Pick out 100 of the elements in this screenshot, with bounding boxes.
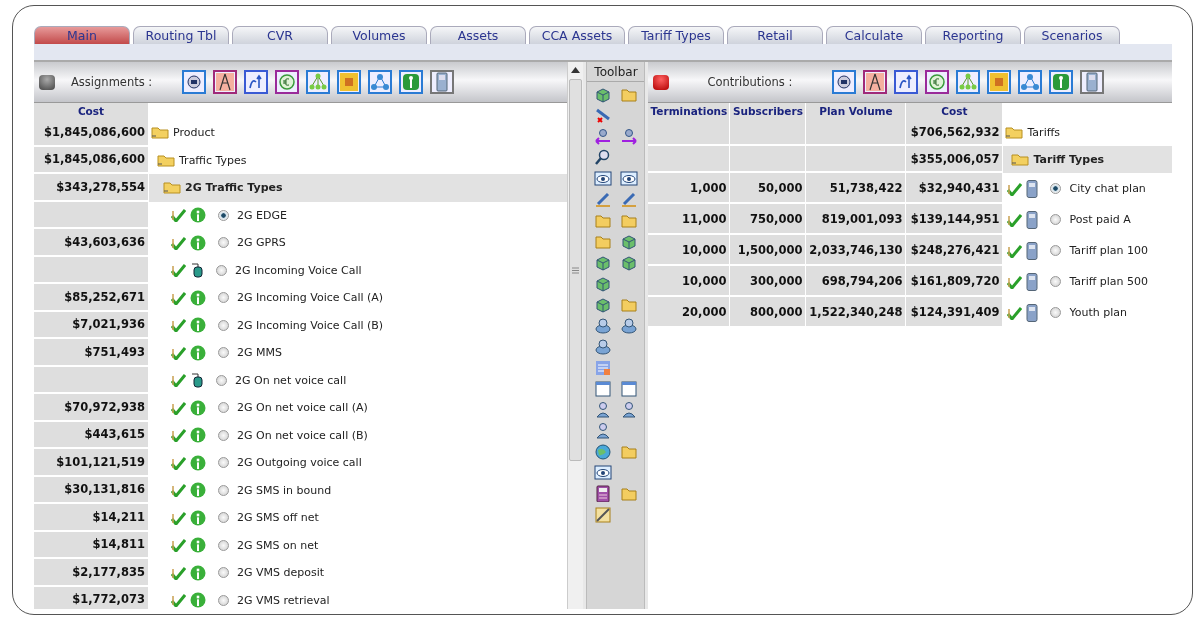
tree-row[interactable]: 2G VMS deposit: [149, 559, 568, 587]
phone-icon[interactable]: [1026, 272, 1039, 291]
tab[interactable]: CVR: [232, 26, 328, 44]
checkmark-icon[interactable]: [171, 263, 186, 278]
antenna-icon[interactable]: [190, 537, 206, 554]
antenna-icon[interactable]: [190, 234, 206, 251]
tree-row[interactable]: 2G EDGE: [149, 201, 568, 229]
status-lamp[interactable]: [39, 74, 55, 90]
handset-icon[interactable]: [190, 372, 204, 389]
hierarchy-icon[interactable]: [956, 70, 981, 94]
magnifier-icon[interactable]: [593, 149, 612, 166]
eye-icon[interactable]: [593, 464, 612, 481]
tab[interactable]: Tariff Types: [628, 26, 724, 44]
tree-row[interactable]: 2G On net voice call (A): [149, 394, 568, 422]
handset-icon[interactable]: [190, 262, 204, 279]
scrollbar[interactable]: [567, 62, 584, 609]
tree-row[interactable]: 2G Incoming Voice Call (A): [149, 284, 568, 312]
tree-row[interactable]: Youth plan: [1003, 297, 1172, 328]
window-icon[interactable]: [619, 380, 638, 397]
tree-row[interactable]: 2G Incoming Voice Call: [149, 256, 568, 284]
eye-icon[interactable]: [619, 170, 638, 187]
tab[interactable]: Retail: [727, 26, 823, 44]
radio-button[interactable]: [216, 264, 227, 276]
cube-icon[interactable]: [619, 233, 638, 250]
phone-icon[interactable]: [430, 70, 455, 94]
radio-button[interactable]: [218, 209, 229, 221]
checkmark-icon[interactable]: [171, 373, 186, 388]
folder-icon[interactable]: [163, 181, 181, 195]
radio-button[interactable]: [218, 402, 229, 414]
pencil-icon[interactable]: [593, 506, 612, 523]
tree-row[interactable]: Product: [149, 119, 568, 147]
antenna-icon[interactable]: [190, 207, 206, 224]
checkmark-icon[interactable]: [1007, 305, 1023, 320]
phone-icon[interactable]: [1026, 303, 1039, 322]
radio-button[interactable]: [218, 539, 229, 551]
antenna-icon[interactable]: [190, 289, 206, 306]
radio-button[interactable]: [218, 347, 229, 359]
radio-button[interactable]: [1050, 214, 1062, 225]
eye-icon[interactable]: [593, 170, 612, 187]
phone-icon[interactable]: [1026, 179, 1039, 198]
radio-button[interactable]: [1050, 307, 1062, 318]
user-left-icon[interactable]: [593, 128, 612, 145]
tree-row[interactable]: 2G Outgoing voice call: [149, 449, 568, 477]
folder-icon[interactable]: [157, 153, 175, 167]
tab[interactable]: Reporting: [925, 26, 1021, 44]
checkmark-icon[interactable]: [171, 318, 186, 333]
radio-button[interactable]: [218, 594, 229, 606]
radio-button[interactable]: [218, 512, 229, 524]
tab[interactable]: Volumes: [331, 26, 427, 44]
checkmark-icon[interactable]: [171, 428, 186, 443]
radio-button[interactable]: [1050, 276, 1062, 287]
antenna-icon[interactable]: [190, 592, 206, 609]
folder-icon[interactable]: [151, 126, 169, 140]
nodes-icon[interactable]: [1018, 70, 1043, 94]
checkmark-icon[interactable]: [171, 455, 186, 470]
user-right-icon[interactable]: [619, 128, 638, 145]
tree-row[interactable]: 2G On net voice call: [149, 366, 568, 394]
radio-button[interactable]: [218, 319, 229, 331]
antenna-icon[interactable]: [190, 427, 206, 444]
cube-icon[interactable]: [619, 254, 638, 271]
checkmark-icon[interactable]: [171, 208, 186, 223]
antenna-icon[interactable]: [399, 70, 424, 94]
radio-button[interactable]: [218, 429, 229, 441]
selected-tree-row[interactable]: 2G Traffic Types: [149, 174, 568, 202]
tree-row[interactable]: Tariff plan 100: [1003, 235, 1172, 266]
tree-row[interactable]: Tariff plan 500: [1003, 266, 1172, 297]
tree-row[interactable]: 2G VMS retrieval: [149, 586, 568, 609]
radio-button[interactable]: [218, 237, 229, 249]
status-lamp[interactable]: [653, 74, 670, 90]
phone-icon[interactable]: [1080, 70, 1105, 94]
tree-row[interactable]: 2G SMS on net: [149, 531, 568, 559]
cube-icon[interactable]: [593, 86, 612, 103]
tree-row[interactable]: Traffic Types: [149, 146, 568, 174]
selected-tree-row[interactable]: Tariff Types: [1003, 146, 1172, 173]
antenna-icon[interactable]: [190, 399, 206, 416]
tree-row[interactable]: 2G On net voice call (B): [149, 421, 568, 449]
tree-row[interactable]: Post paid A: [1003, 204, 1172, 235]
radio-button[interactable]: [1050, 245, 1062, 256]
antenna-icon[interactable]: [190, 317, 206, 334]
antenna-icon[interactable]: [190, 482, 206, 499]
checkmark-icon[interactable]: [1007, 243, 1023, 258]
checkmark-icon[interactable]: [171, 290, 186, 305]
radio-button[interactable]: [218, 457, 229, 469]
tab[interactable]: CCA Assets: [529, 26, 625, 44]
antenna-icon[interactable]: [190, 454, 206, 471]
radio-button[interactable]: [218, 567, 229, 579]
tree-row[interactable]: City chat plan: [1003, 173, 1172, 204]
radio-button[interactable]: [218, 292, 229, 304]
cube-icon[interactable]: [593, 275, 612, 292]
checkmark-icon[interactable]: [171, 510, 186, 525]
phone-icon[interactable]: [1026, 241, 1039, 260]
window-icon[interactable]: [593, 380, 612, 397]
calculator-icon[interactable]: [593, 485, 612, 502]
folder-icon[interactable]: [1011, 153, 1030, 166]
radio-button[interactable]: [1050, 183, 1062, 194]
antenna-icon[interactable]: [1049, 70, 1074, 94]
scroll-up-icon[interactable]: [571, 67, 581, 73]
radio-button[interactable]: [218, 484, 229, 496]
phone-icon[interactable]: [1026, 210, 1039, 229]
tab[interactable]: Assets: [430, 26, 526, 44]
